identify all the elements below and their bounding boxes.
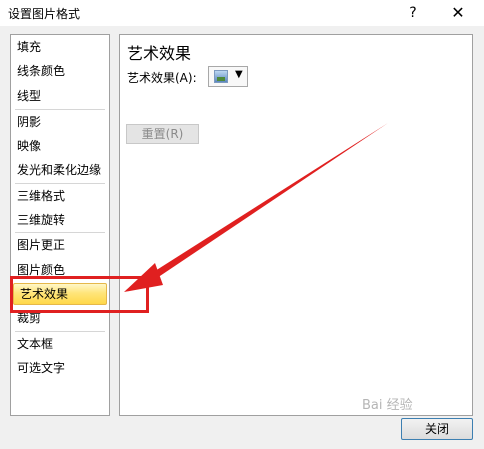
watermark: Bai 经验 (362, 398, 413, 413)
annotation-arrow (124, 123, 388, 292)
